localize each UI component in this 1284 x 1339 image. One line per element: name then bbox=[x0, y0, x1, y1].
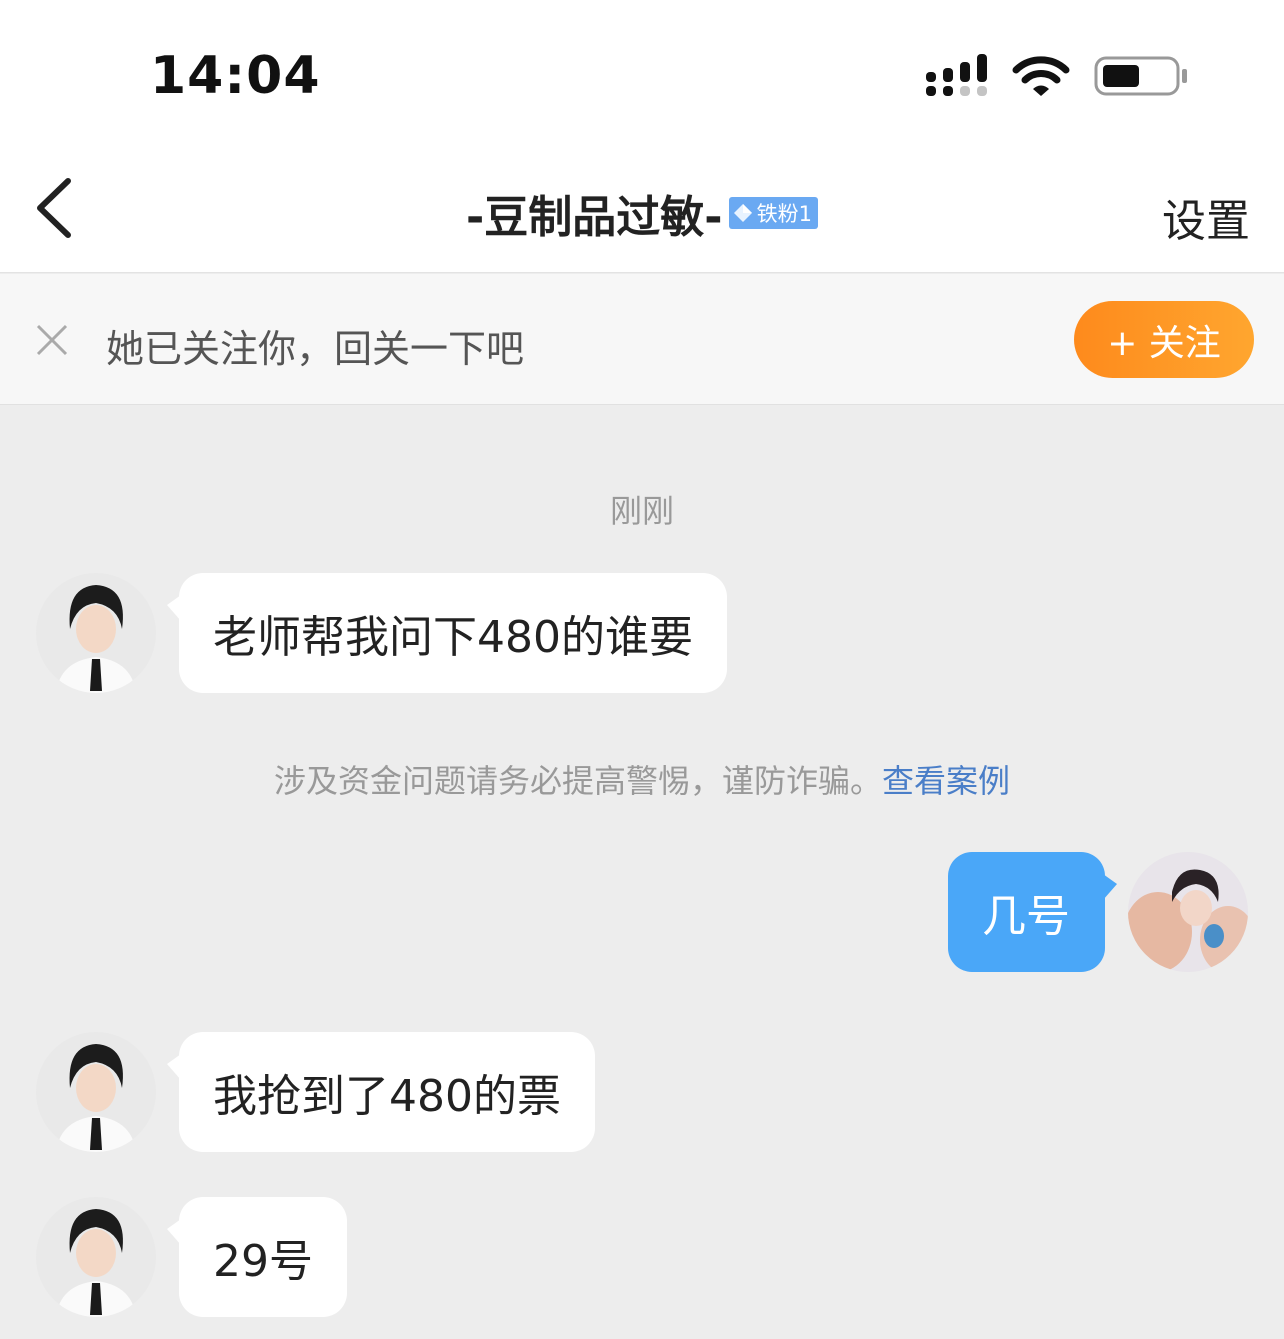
diamond-icon bbox=[733, 204, 752, 222]
warning-text: 涉及资金问题请务必提高警惕，谨防诈骗。 bbox=[273, 762, 882, 800]
contact-avatar[interactable] bbox=[36, 1197, 156, 1317]
battery-icon bbox=[1094, 56, 1187, 96]
status-bar: 14:04 bbox=[0, 0, 1284, 145]
fan-badge-label: 铁粉1 bbox=[756, 202, 812, 226]
chat-screen: 14:04 -豆制品过敏- 铁粉1 设置 她已关注你，回关一下吧 + 关注 刚刚… bbox=[0, 0, 1284, 1339]
scam-warning: 涉及资金问题请务必提高警惕，谨防诈骗。查看案例 bbox=[0, 756, 1284, 802]
fan-level-badge: 铁粉1 bbox=[728, 197, 818, 229]
follow-prompt-text: 她已关注你，回关一下吧 bbox=[106, 327, 525, 371]
contact-avatar[interactable] bbox=[36, 573, 156, 693]
contact-avatar[interactable] bbox=[36, 1032, 156, 1152]
message-text: 29号 bbox=[213, 1236, 313, 1287]
settings-button[interactable]: 设置 bbox=[1162, 185, 1250, 249]
message-text: 老师帮我问下480的谁要 bbox=[213, 612, 693, 663]
time-divider: 刚刚 bbox=[609, 492, 674, 530]
cellular-signal-icon bbox=[926, 54, 987, 96]
message-bubble-outgoing[interactable]: 几号 bbox=[948, 852, 1117, 972]
message-text: 几号 bbox=[982, 891, 1070, 942]
wifi-icon bbox=[1012, 56, 1070, 96]
nav-bar: -豆制品过敏- 铁粉1 设置 bbox=[0, 145, 1284, 273]
message-bubble-incoming[interactable]: 我抢到了480的票 bbox=[167, 1032, 595, 1152]
conversation-title[interactable]: -豆制品过敏- bbox=[466, 181, 723, 245]
status-time: 14:04 bbox=[150, 46, 321, 106]
message-bubble-incoming[interactable]: 老师帮我问下480的谁要 bbox=[167, 573, 727, 693]
my-avatar[interactable] bbox=[1128, 852, 1248, 972]
message-text: 我抢到了480的票 bbox=[213, 1071, 561, 1122]
follow-back-button[interactable]: + 关注 bbox=[1074, 301, 1254, 378]
message-bubble-incoming[interactable]: 29号 bbox=[167, 1197, 347, 1317]
nav-title-group: -豆制品过敏- 铁粉1 bbox=[0, 181, 1284, 245]
view-cases-link[interactable]: 查看案例 bbox=[882, 762, 1010, 800]
close-icon[interactable] bbox=[34, 322, 70, 358]
